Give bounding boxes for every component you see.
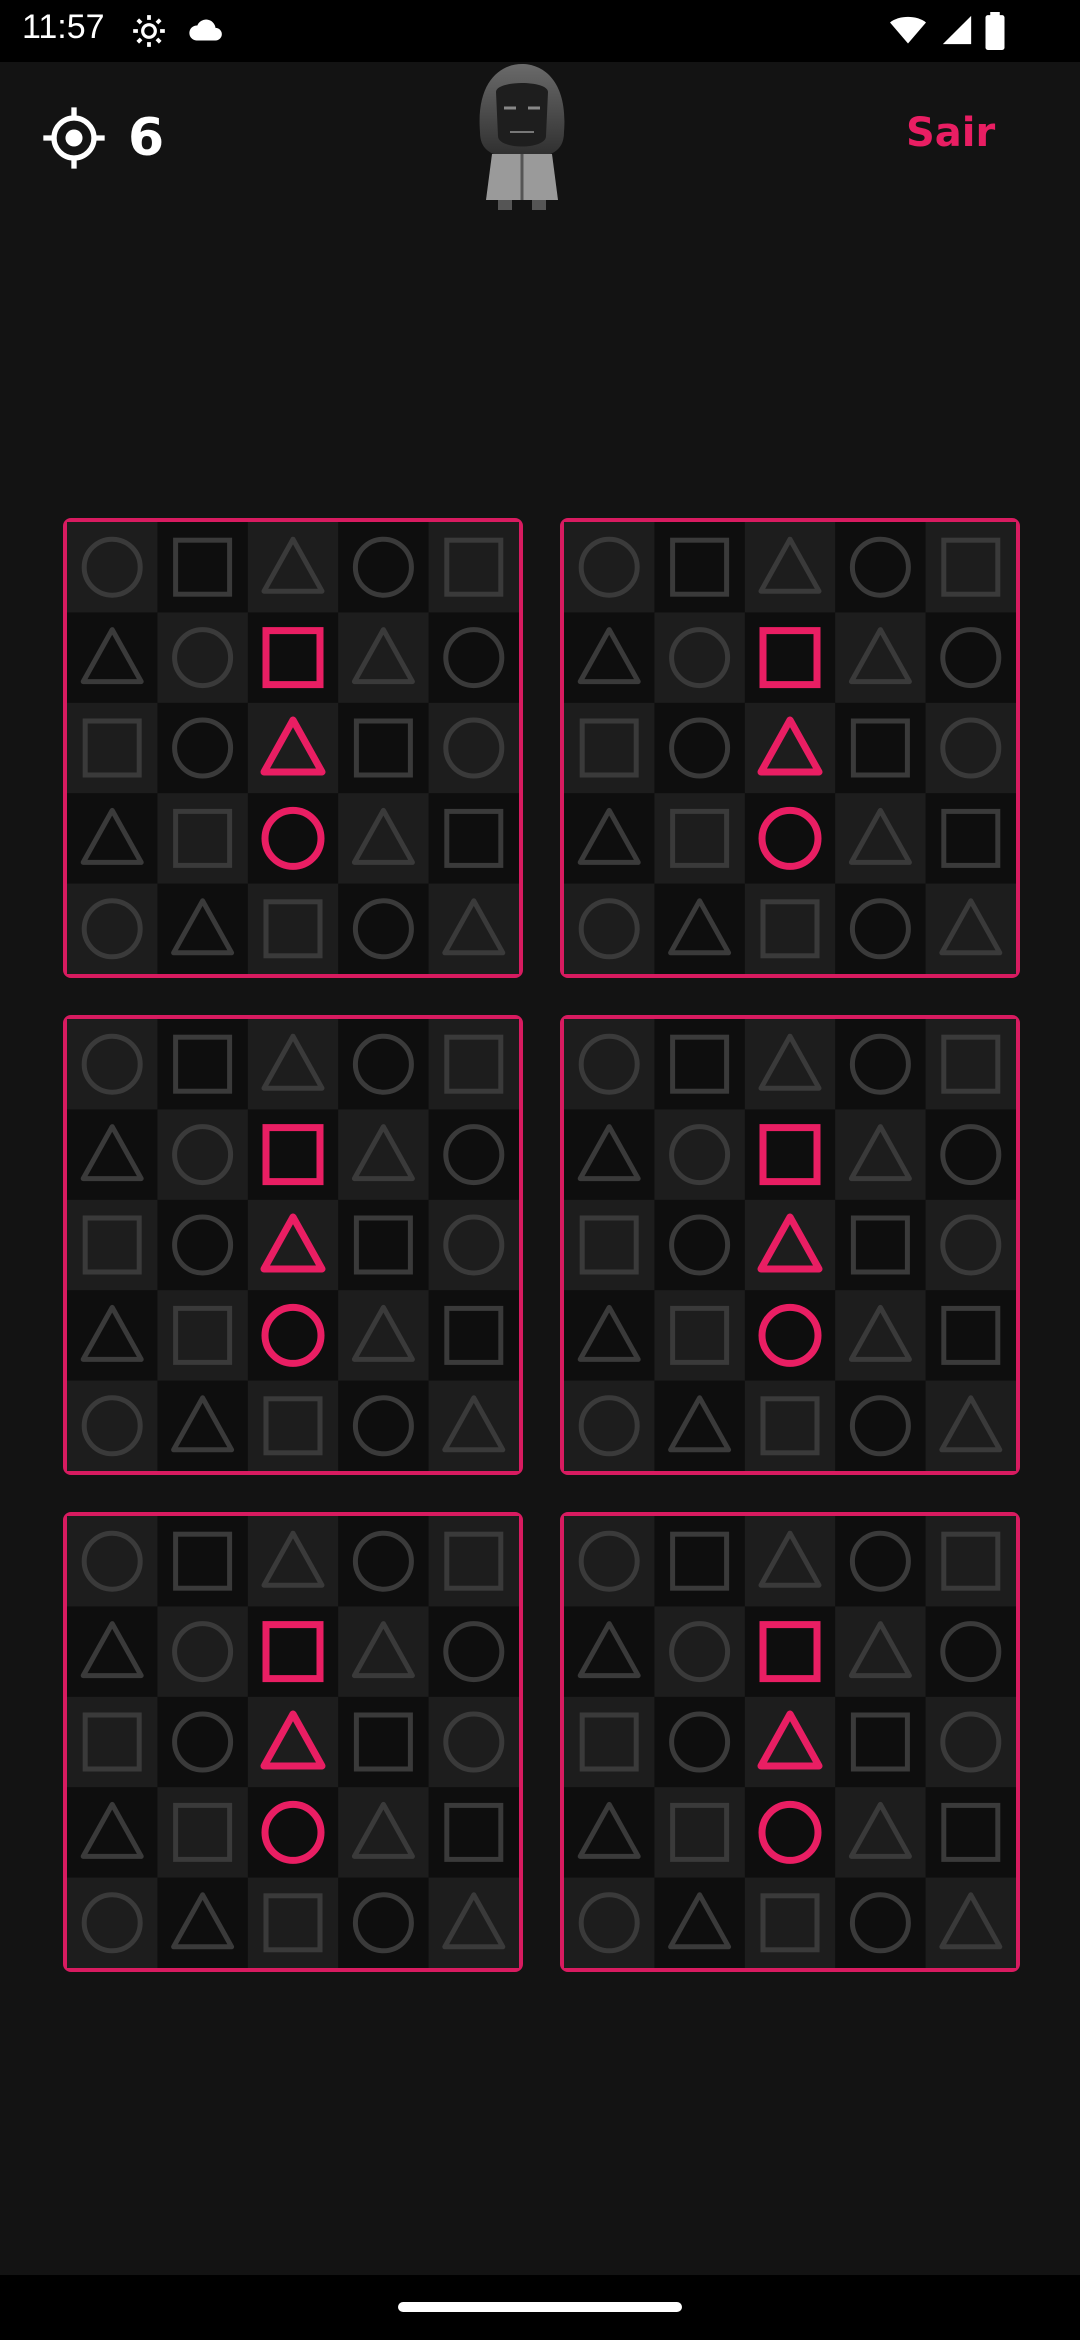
signal-icon [942,15,972,45]
settings-gear-icon [133,15,165,47]
pattern-card[interactable] [63,1015,523,1475]
masked-guard-avatar [479,64,565,210]
exit-button[interactable]: Sair [906,110,995,156]
pattern-card[interactable] [63,518,523,978]
pattern-card[interactable] [560,1512,1020,1972]
battery-icon [985,12,1005,50]
crosshair-icon [43,107,105,169]
game-header: 6 Sair [0,62,1080,222]
pattern-grid [67,522,519,974]
navigation-bar [0,2275,1080,2340]
wifi-icon [890,16,926,44]
pattern-grid [67,1019,519,1471]
pattern-grid [564,522,1016,974]
status-bar: 11:57 [0,0,1080,62]
pattern-grid [67,1516,519,1968]
pattern-card[interactable] [560,518,1020,978]
home-gesture-handle[interactable] [398,2302,682,2312]
pattern-card[interactable] [560,1015,1020,1475]
score-value: 6 [128,108,165,168]
cloud-icon [189,19,222,41]
status-time: 11:57 [22,8,105,46]
pattern-card[interactable] [63,1512,523,1972]
pattern-grid [564,1019,1016,1471]
pattern-grid [564,1516,1016,1968]
